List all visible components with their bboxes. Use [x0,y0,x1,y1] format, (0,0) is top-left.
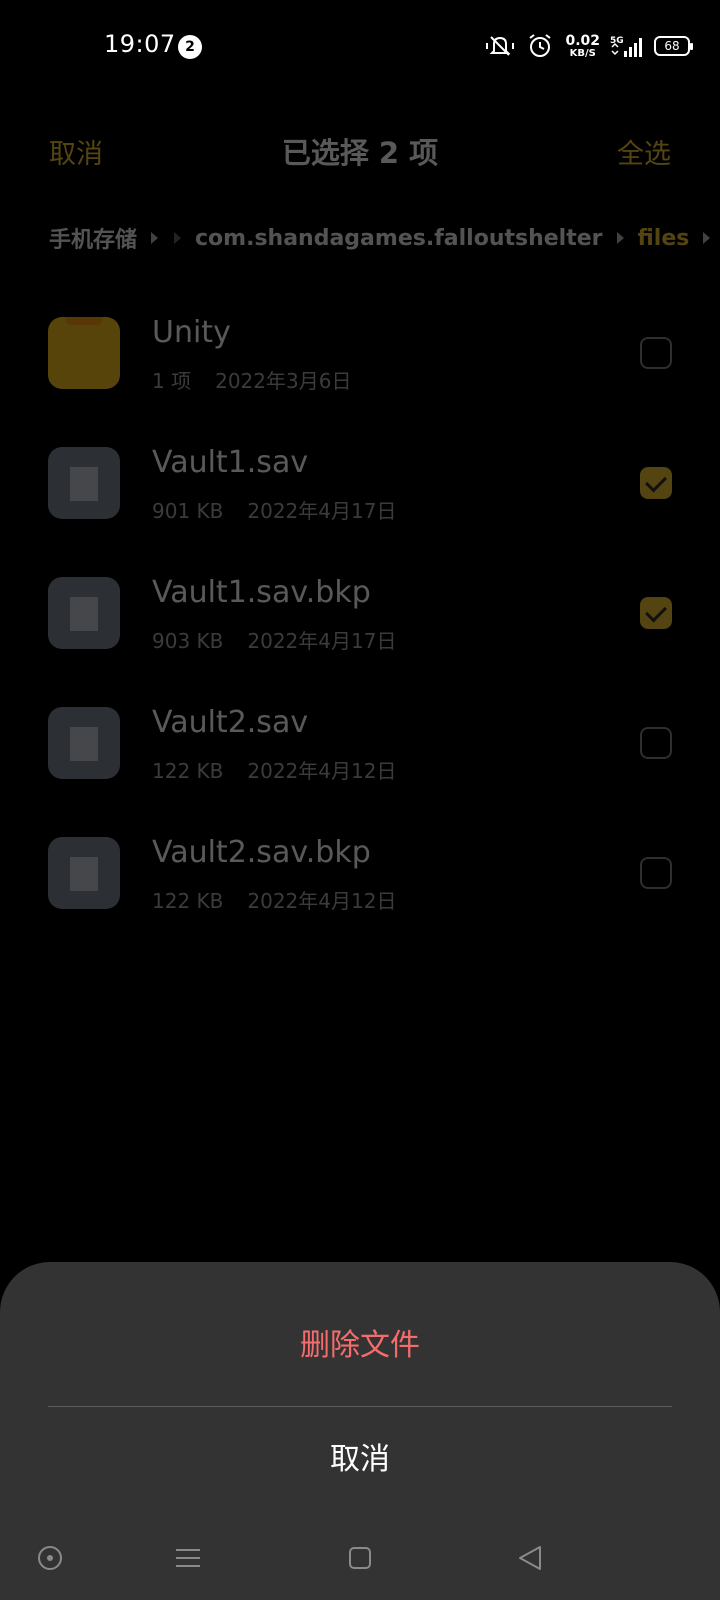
file-name: Vault2.sav.bkp [152,835,371,870]
file-browser-dimmed: 取消 已选择 2 项 全选 手机存储 com.shandagames.fallo… [0,92,720,1262]
delete-files-button[interactable]: 删除文件 [0,1320,720,1364]
folder-icon [48,317,120,389]
cancel-button[interactable]: 取消 [0,1434,720,1478]
file-meta: 122 KB 2022年4月12日 [152,889,397,913]
assistant-button[interactable] [30,1538,70,1578]
network-type-text: 5G [610,36,624,46]
net-speed: 0.02 KB/S [565,32,600,59]
select-checkbox[interactable] [640,727,672,759]
list-item[interactable]: Vault2.sav 122 KB 2022年4月12日 [0,679,720,809]
home-square-icon [349,1547,371,1569]
home-button[interactable] [340,1538,380,1578]
select-checkbox[interactable] [640,597,672,629]
alarm-icon [525,31,555,61]
list-item[interactable]: Vault1.sav 901 KB 2022年4月17日 [0,419,720,549]
file-name: Vault2.sav [152,705,309,740]
status-time: 19:07 [104,30,176,58]
file-meta: 901 KB 2022年4月17日 [152,499,397,523]
back-button[interactable] [510,1538,550,1578]
menu-icon [176,1549,200,1567]
breadcrumb-item-files[interactable]: files [638,226,690,251]
chevron-right-icon [703,232,711,244]
navigation-bar [0,1520,720,1600]
chevron-right-icon [616,232,624,244]
screen: 19:07 2 0.02 KB/S 5G 68 取消 已选择 2 项 全选 手机… [0,0,720,1600]
selection-title: 已选择 2 项 [281,136,439,170]
file-meta: 122 KB 2022年4月12日 [152,759,397,783]
list-item[interactable]: Unity 1 项 2022年3月6日 [0,289,720,419]
divider [48,1406,672,1407]
breadcrumb-item-storage[interactable]: 手机存储 [49,222,137,254]
breadcrumb: 手机存储 com.shandagames.falloutshelter file… [49,220,711,256]
back-triangle-icon [519,1546,541,1570]
chevron-right-icon [174,232,182,244]
select-checkbox[interactable] [640,337,672,369]
document-icon [48,447,120,519]
list-item[interactable]: Vault2.sav.bkp 122 KB 2022年4月12日 [0,809,720,939]
document-icon [48,707,120,779]
document-icon [48,837,120,909]
menu-button[interactable] [168,1538,208,1578]
breadcrumb-item-package[interactable]: com.shandagames.falloutshelter [195,226,602,251]
select-checkbox[interactable] [640,857,672,889]
notification-count-badge: 2 [178,35,202,59]
target-icon [38,1546,62,1570]
selection-header: 取消 已选择 2 项 全选 [0,120,720,180]
vibrate-icon [485,31,515,61]
file-meta: 1 项 2022年3月6日 [152,369,352,393]
status-icons: 0.02 KB/S 5G 68 [485,30,693,62]
file-name: Vault1.sav [152,445,309,480]
select-checkbox[interactable] [640,467,672,499]
file-name: Vault1.sav.bkp [152,575,371,610]
list-item[interactable]: Vault1.sav.bkp 903 KB 2022年4月17日 [0,549,720,679]
signal-icon: 5G [610,31,644,61]
select-all-button[interactable]: 全选 [617,132,671,171]
file-meta: 903 KB 2022年4月17日 [152,629,397,653]
battery-icon: 68 [654,36,693,56]
document-icon [48,577,120,649]
file-list: Unity 1 项 2022年3月6日 Vault1.sav 901 KB 2022… [0,289,720,939]
status-bar: 19:07 2 0.02 KB/S 5G 68 [0,0,720,92]
file-name: Unity [152,315,231,350]
chevron-right-icon [151,232,159,244]
